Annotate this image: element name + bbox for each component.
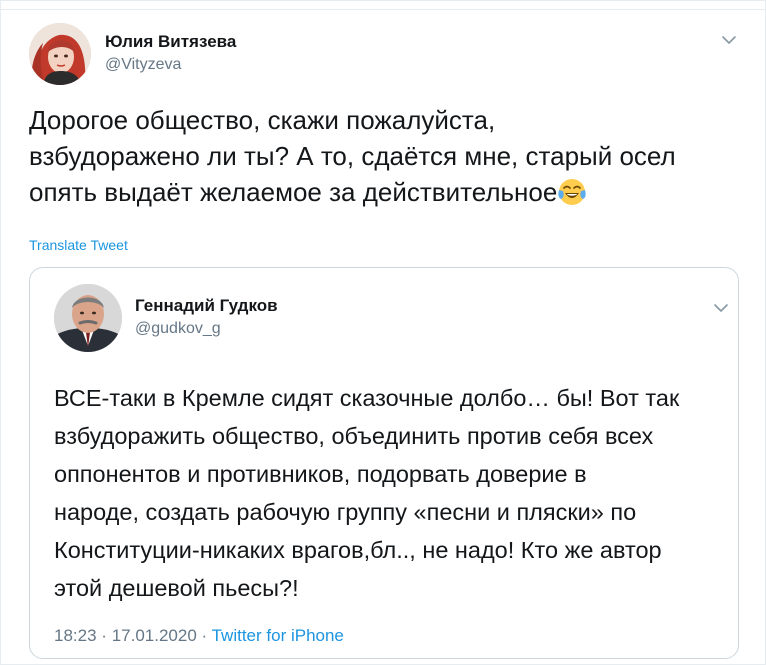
tweet-card: Юлия Витязева @Vityzeva Дорогое общество… [0, 0, 766, 665]
quoted-author-handle[interactable]: @gudkov_g [135, 320, 221, 338]
meta-separator: · [101, 626, 107, 645]
author-handle[interactable]: @Vityzeva [105, 56, 181, 74]
meta-separator: · [201, 626, 208, 645]
quoted-tweet-meta: 18:23 · 17.01.2020 · Twitter for iPhone [54, 626, 344, 646]
face-with-tears-of-joy-icon [558, 179, 586, 205]
quoted-tweet-text: ВСЕ-таки в Кремле сидят сказочные долбо…… [54, 385, 680, 601]
tweet-time[interactable]: 18:23 [54, 626, 97, 645]
author-avatar[interactable] [29, 23, 91, 85]
chevron-down-icon[interactable] [721, 35, 737, 45]
quoted-author-avatar[interactable] [54, 284, 122, 352]
divider [1, 9, 765, 10]
quoted-tweet[interactable]: Геннадий Гудков @gudkov_g ВСЕ-таки в Кре… [29, 267, 739, 659]
avatar-image [29, 23, 91, 85]
quoted-avatar-image [54, 284, 122, 352]
tweet-source-link[interactable]: Twitter for iPhone [212, 626, 344, 645]
quoted-author-name[interactable]: Геннадий Гудков [135, 296, 278, 316]
chevron-down-icon[interactable] [713, 303, 729, 313]
translate-tweet-link[interactable]: Translate Tweet [29, 237, 128, 253]
tweet-text: Дорогое общество, скажи пожалуйста, взбу… [29, 102, 749, 210]
tweet-date[interactable]: 17.01.2020 [112, 626, 197, 645]
author-name[interactable]: Юлия Витязева [105, 32, 236, 52]
